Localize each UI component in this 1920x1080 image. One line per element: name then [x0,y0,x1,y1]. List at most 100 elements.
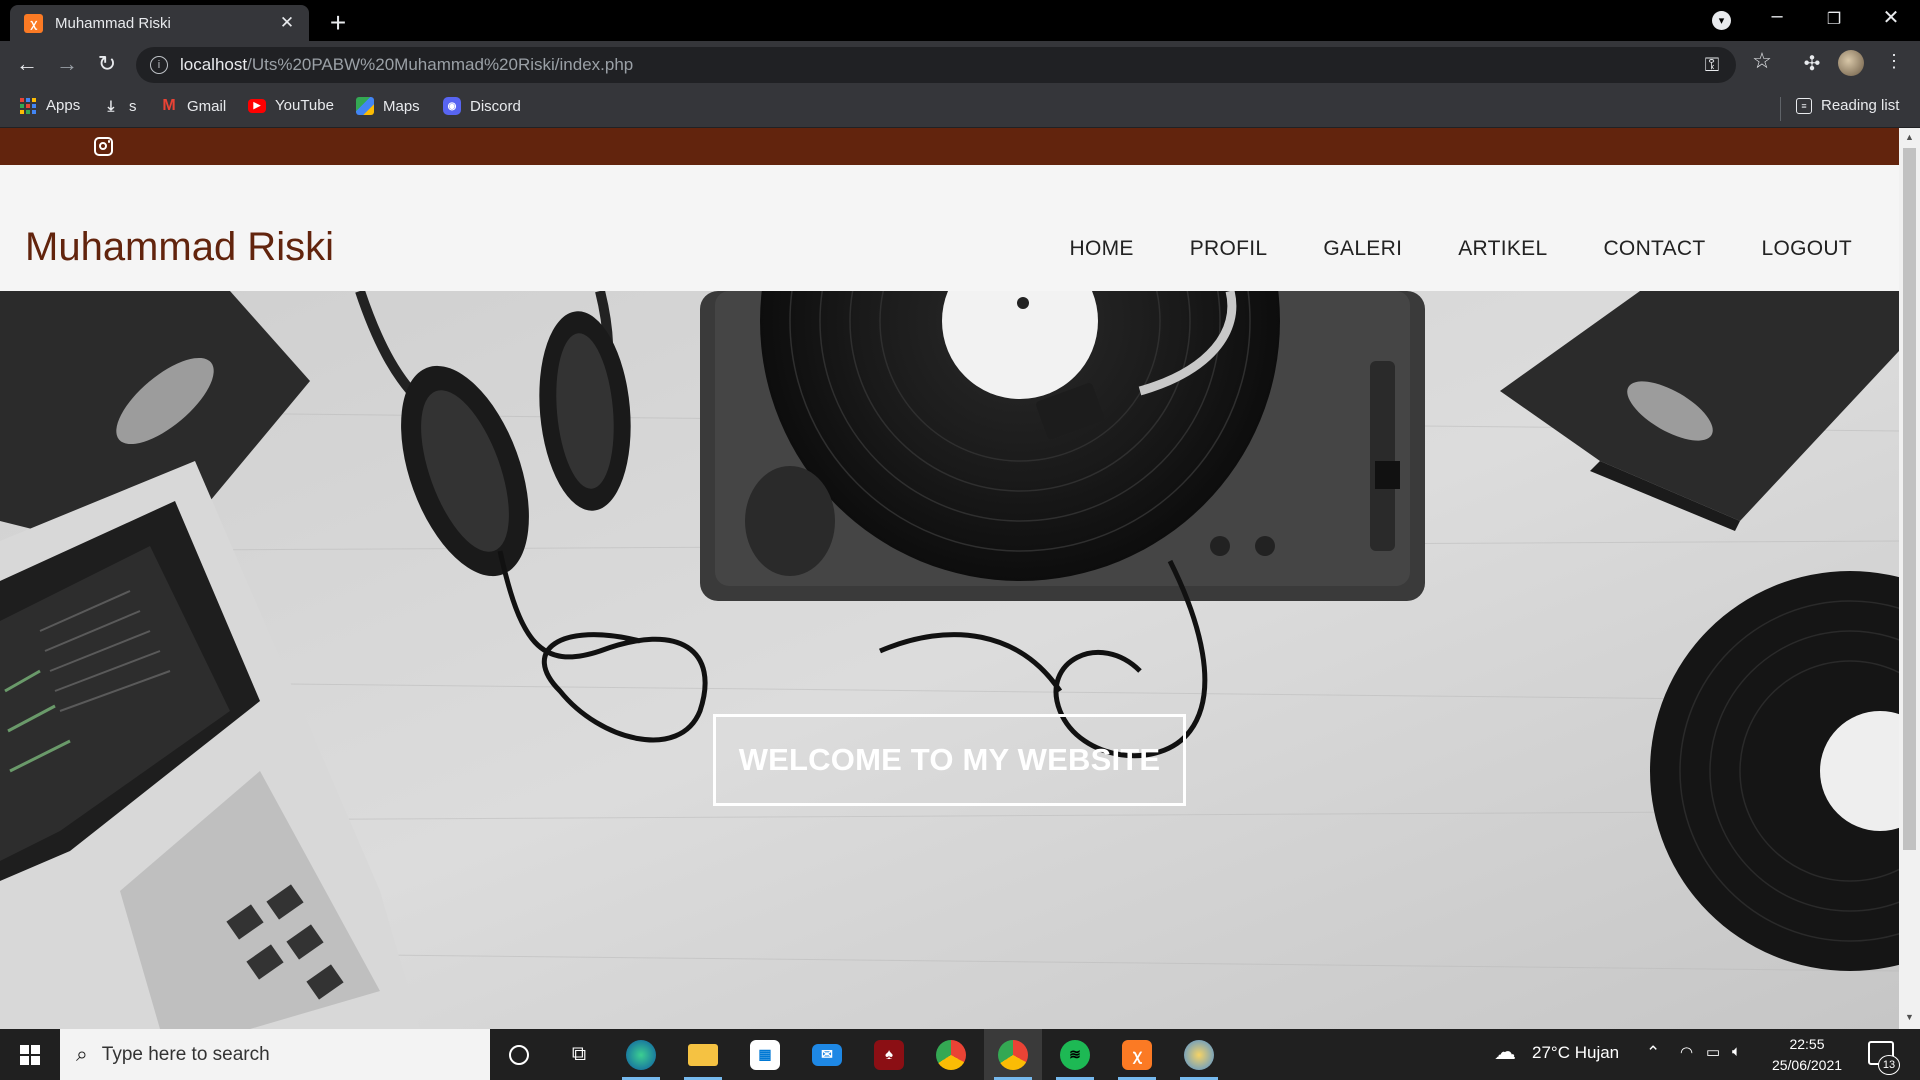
chrome-profile-icon [998,1039,1028,1070]
restore-icon[interactable]: ❐ [1814,9,1854,29]
bookmarks-divider [1780,97,1781,121]
key-icon[interactable]: ⚿ [1700,55,1724,77]
folder-icon [688,1043,718,1066]
reading-list-button[interactable]: ≡ Reading list [1796,97,1899,114]
bookmark-star-icon[interactable]: ☆ [1748,48,1776,74]
nav-galeri[interactable]: GALERI [1323,237,1402,261]
profile-avatar[interactable] [1838,50,1864,76]
task-view-button[interactable]: ⧉ [550,1029,608,1080]
reading-list-label: Reading list [1821,97,1900,114]
main-nav: HOME PROFIL GALERI ARTIKEL CONTACT LOGOU… [1070,237,1852,261]
edge-icon [626,1039,656,1070]
taskbar-xampp[interactable]: ꭓ [1108,1029,1166,1080]
weather-text[interactable]: 27°C Hujan [1532,1043,1619,1063]
bookmark-label: YouTube [275,97,334,114]
browser-tabstrip: ꭓ Muhammad Riski ✕ + ▾ – ❐ ✕ [0,0,1920,41]
search-placeholder: Type here to search [101,1043,270,1065]
bookmark-label: Discord [470,97,521,115]
web-page: Muhammad Riski HOME PROFIL GALERI ARTIKE… [0,128,1899,1029]
nav-artikel[interactable]: ARTIKEL [1458,237,1547,261]
bookmark-discord[interactable]: ◉ Discord [443,97,521,115]
volume-icon[interactable]: 🔈︎ [1732,1043,1741,1060]
bookmark-maps[interactable]: Maps [356,97,420,115]
social-topbar [0,128,1899,165]
window-close-icon[interactable]: ✕ [1871,5,1911,30]
download-icon: ⤓ [107,97,115,115]
gmail-icon: M [162,97,176,114]
apps-grid-icon [20,97,36,114]
nav-contact[interactable]: CONTACT [1603,237,1705,261]
search-icon: ⌕ [76,1042,88,1066]
taskbar-mail[interactable]: ✉ [798,1029,856,1080]
close-tab-icon[interactable]: ✕ [277,13,297,33]
reload-icon[interactable]: ↻ [92,51,122,77]
scroll-down-icon[interactable]: ▼ [1899,1012,1920,1022]
site-header: Muhammad Riski HOME PROFIL GALERI ARTIKE… [0,165,1899,291]
chrome-icon [936,1039,966,1070]
menu-kebab-icon[interactable]: ⋮ [1880,51,1908,72]
discord-icon: ◉ [443,97,461,115]
clock-time: 22:55 [1789,1036,1825,1052]
xampp-favicon-icon: ꭓ [24,13,43,33]
app-red-icon: ♠ [874,1039,904,1070]
taskbar-chrome-active[interactable] [984,1029,1042,1080]
site-brand[interactable]: Muhammad Riski [25,225,334,270]
paint-icon [1184,1039,1214,1070]
forward-icon[interactable]: → [52,51,82,77]
taskbar-app-red[interactable]: ♠ [860,1029,918,1080]
cortana-icon [509,1044,529,1065]
taskbar-paint[interactable] [1170,1029,1228,1080]
taskbar-search[interactable]: ⌕ Type here to search [60,1029,490,1080]
taskbar-spotify[interactable]: ≋ [1046,1029,1104,1080]
spotify-icon: ≋ [1060,1039,1090,1070]
mail-icon: ✉ [812,1043,842,1066]
browser-tab[interactable]: ꭓ Muhammad Riski ✕ [10,5,309,41]
hero-banner: WELCOME TO MY WEBSITE [0,291,1899,1029]
address-bar[interactable]: i localhost/Uts%20PABW%20Muhammad%20Risk… [136,47,1736,83]
page-scrollbar[interactable]: ▲ ▼ [1899,128,1920,1029]
hero-background-image [0,291,1899,1029]
url-path: /Uts%20PABW%20Muhammad%20Riski/index.php [247,55,634,74]
nav-logout[interactable]: LOGOUT [1762,237,1852,261]
scroll-up-icon[interactable]: ▲ [1899,132,1920,142]
xampp-icon: ꭓ [1122,1039,1152,1070]
tab-title: Muhammad Riski [55,14,171,32]
new-tab-button[interactable]: + [322,7,354,39]
nav-profil[interactable]: PROFIL [1190,237,1268,261]
task-view-icon: ⧉ [571,1043,587,1065]
instagram-icon[interactable] [94,137,113,156]
bookmark-label: s [129,97,137,115]
weather-cloud-icon[interactable]: ☁ [1494,1039,1516,1065]
minimize-icon[interactable]: – [1757,5,1797,28]
clock-date: 25/06/2021 [1771,1057,1843,1073]
bookmark-youtube[interactable]: ▶ YouTube [248,97,334,114]
browser-toolbar: ← → ↻ i localhost/Uts%20PABW%20Muhammad%… [0,41,1920,89]
extensions-icon[interactable]: ✣ [1798,51,1826,76]
nav-home[interactable]: HOME [1070,237,1134,261]
scroll-thumb[interactable] [1903,148,1916,850]
youtube-icon: ▶ [248,98,266,113]
wifi-icon[interactable]: ◠ [1680,1043,1693,1061]
system-clock[interactable]: 22:55 25/06/2021 [1762,1034,1852,1076]
windows-taskbar: ⌕ Type here to search ⧉ ▦ ✉ ♠ ≋ ꭓ ☁ 27°C… [0,1029,1920,1080]
bookmark-label: Apps [46,97,81,114]
url-host: localhost [180,55,248,74]
tab-search-icon[interactable]: ▾ [1712,11,1731,30]
battery-icon[interactable]: ▭ [1706,1043,1720,1061]
bookmark-gmail[interactable]: M Gmail [160,97,226,115]
welcome-banner: WELCOME TO MY WEBSITE [713,714,1186,806]
reading-list-icon: ≡ [1796,97,1812,114]
bookmark-s[interactable]: ⤓ s [102,97,137,115]
bookmark-label: Maps [383,97,420,115]
cortana-button[interactable] [490,1029,548,1080]
back-icon[interactable]: ← [12,51,42,77]
taskbar-file-explorer[interactable] [674,1029,732,1080]
tray-chevron-icon[interactable]: ⌃ [1646,1043,1660,1063]
taskbar-store[interactable]: ▦ [736,1029,794,1080]
notification-count: 13 [1878,1055,1900,1075]
start-button[interactable] [0,1029,60,1080]
taskbar-chrome[interactable] [922,1029,980,1080]
taskbar-edge[interactable] [612,1029,670,1080]
bookmark-apps[interactable]: Apps [20,97,80,114]
site-info-icon[interactable]: i [150,56,168,74]
